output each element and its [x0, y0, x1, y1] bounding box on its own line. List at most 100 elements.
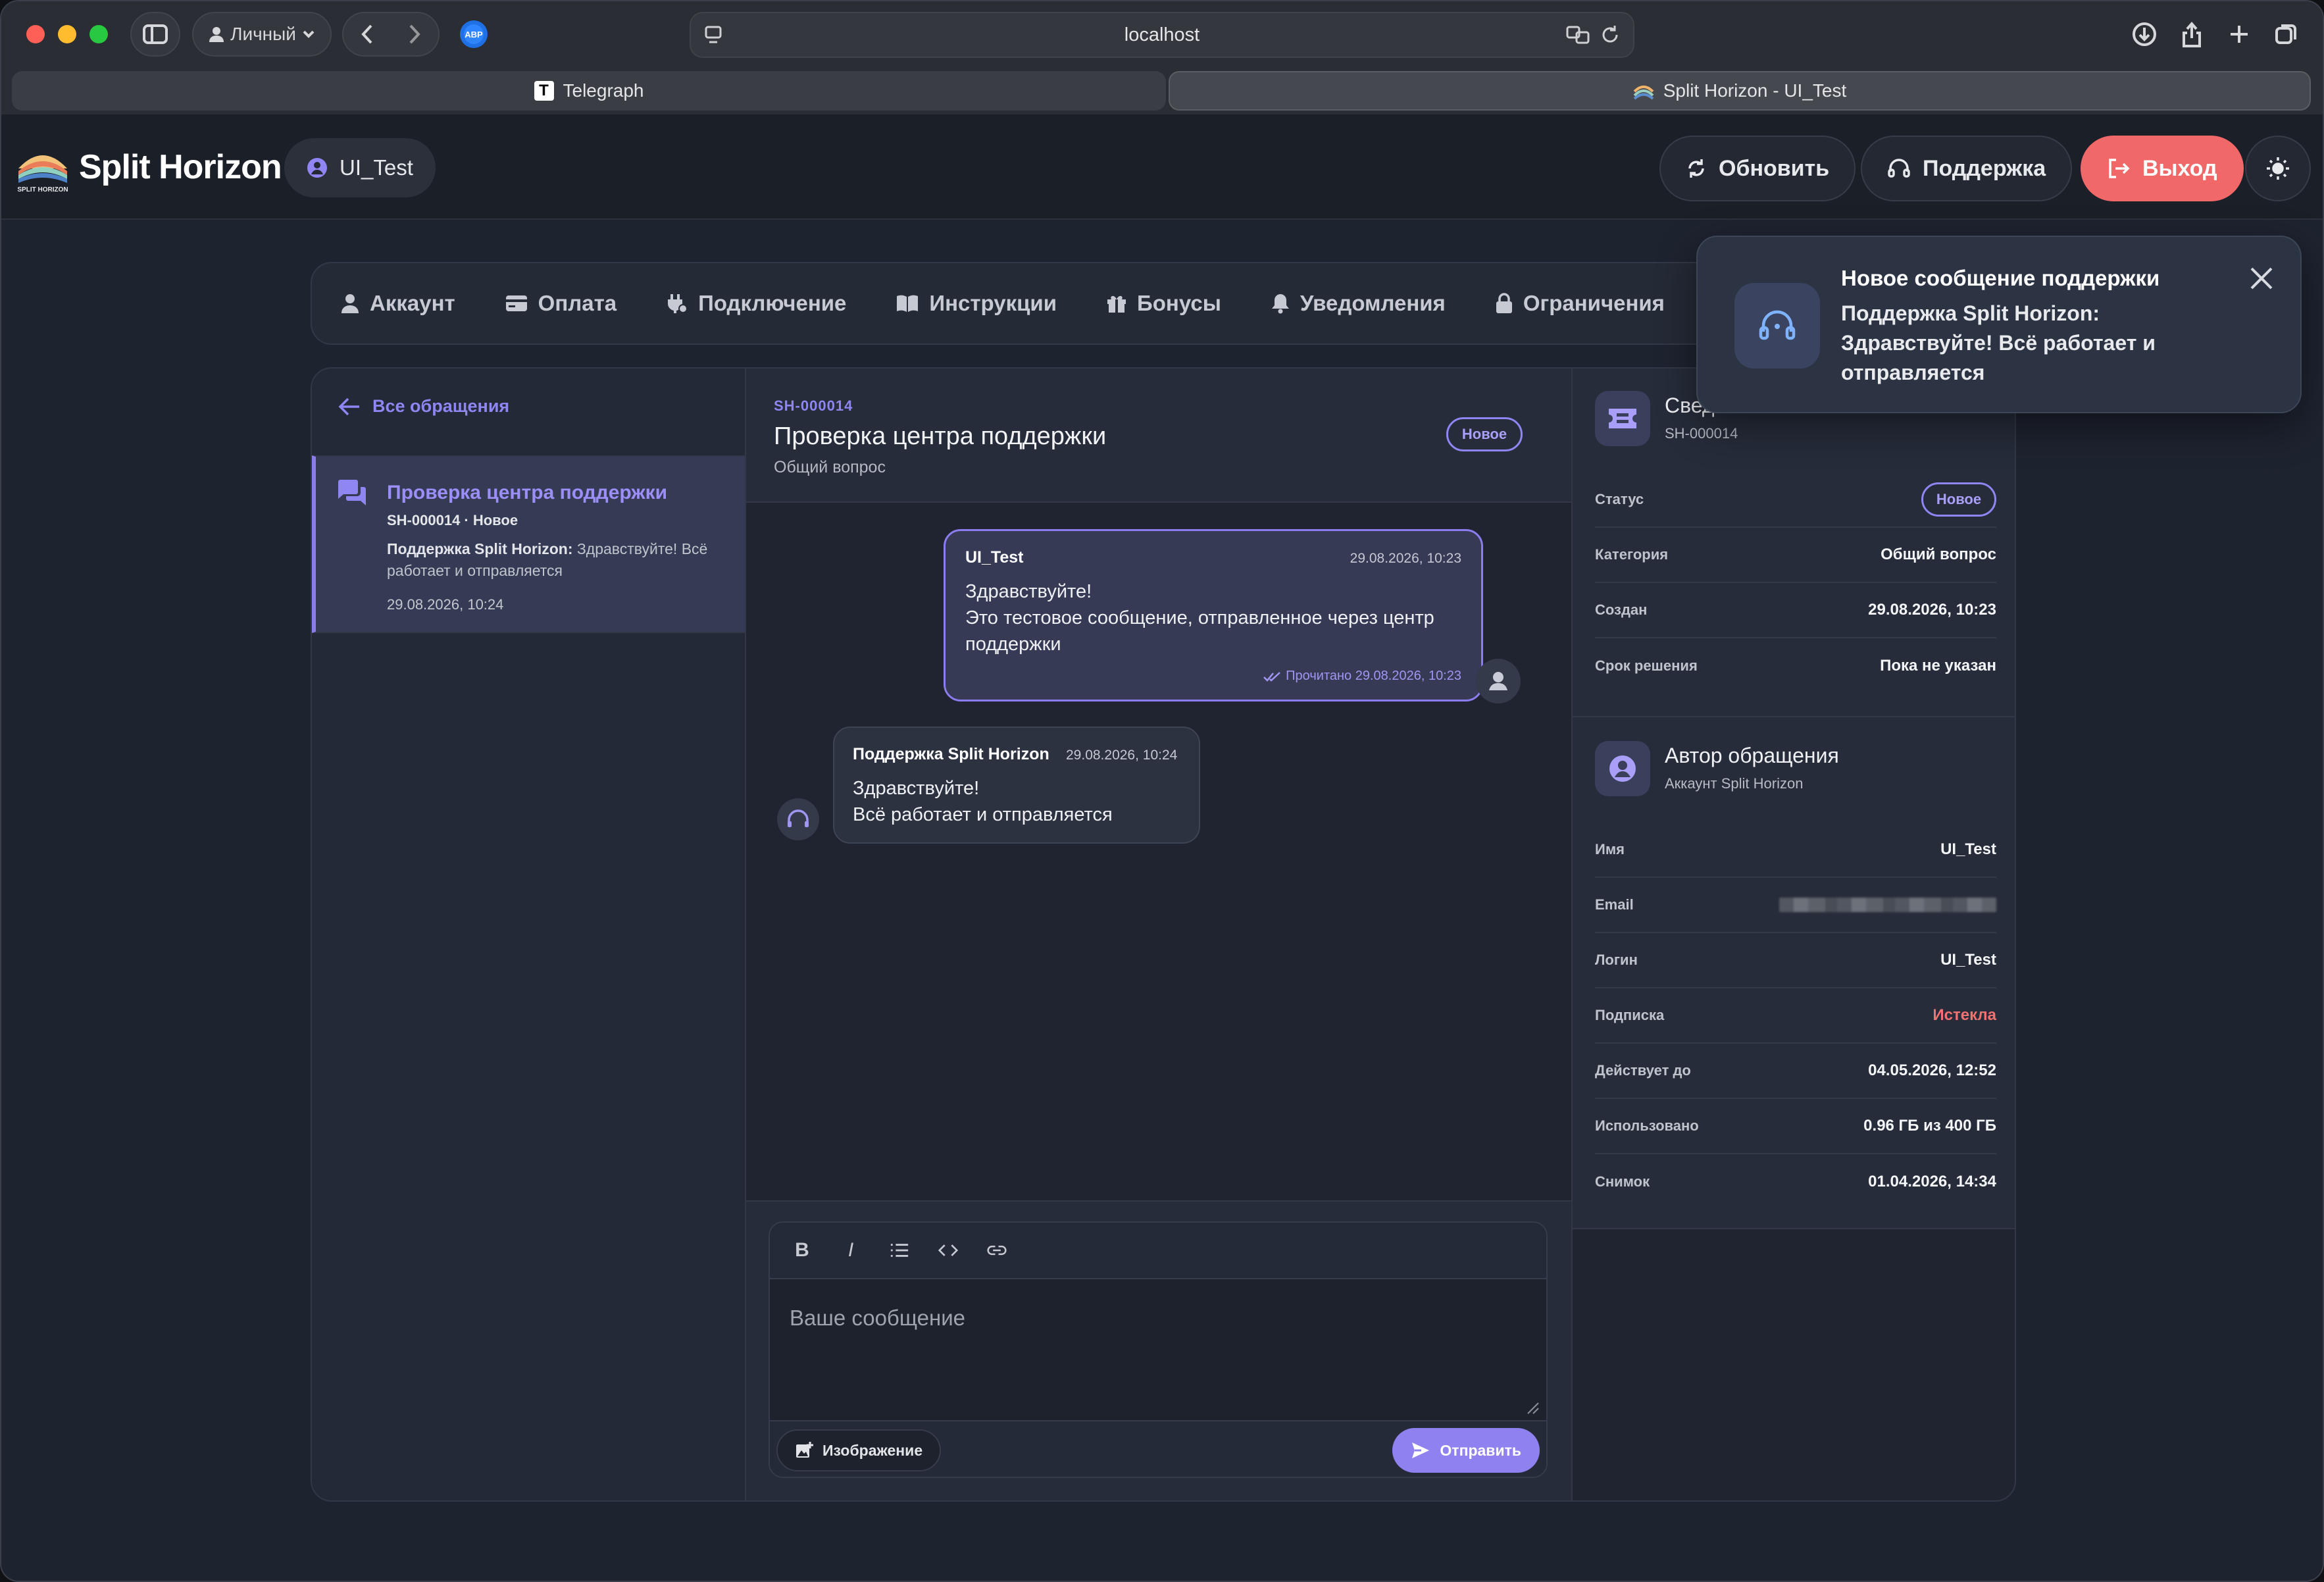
message-input[interactable] [770, 1281, 1546, 1419]
brand[interactable]: SPLIT HORIZON Split Horizon [16, 141, 282, 193]
profile-label: Личный [230, 24, 296, 44]
minimize-window-button[interactable] [58, 25, 76, 43]
support-label: Поддержка [1923, 155, 2046, 181]
info-label: Создан [1595, 601, 1648, 618]
refresh-icon [1688, 159, 1704, 178]
ticket-icon [1595, 391, 1650, 446]
nav-item-bonuses[interactable]: Бонусы [1107, 291, 1221, 316]
preview-author: Поддержка Split Horizon: [387, 540, 573, 557]
nav-item-payment[interactable]: Оплата [505, 291, 617, 316]
info-label: Использовано [1595, 1117, 1699, 1134]
back-arrow-icon[interactable] [361, 24, 374, 45]
nav-label: Инструкции [929, 291, 1057, 315]
message-line: Здравствуйте! [853, 778, 980, 799]
forward-arrow-icon[interactable] [408, 24, 421, 45]
downloads-button[interactable] [2121, 12, 2167, 57]
support-center: Все обращения Проверка центра поддержки … [311, 367, 2016, 1502]
send-button[interactable]: Отправить [1392, 1428, 1540, 1473]
nav-label: Ограничения [1523, 291, 1665, 315]
nav-label: Подключение [698, 291, 847, 315]
user-avatar-icon [1476, 659, 1521, 703]
support-button[interactable]: Поддержка [1861, 136, 2073, 201]
info-label: Категория [1595, 546, 1669, 563]
link-button[interactable] [987, 1243, 1007, 1258]
attach-image-button[interactable]: Изображение [776, 1429, 942, 1471]
chevron-down-icon [303, 30, 315, 38]
ticket-details-section: Сведения о тикете SH-000014 Статус Новое… [1573, 369, 2015, 717]
italic-button[interactable]: I [841, 1239, 861, 1262]
nav-item-instructions[interactable]: Инструкции [896, 291, 1057, 316]
message-author: Поддержка Split Horizon [853, 745, 1049, 763]
bold-button[interactable]: B [792, 1239, 812, 1262]
formatting-toolbar: B I [770, 1223, 1546, 1279]
card-icon [505, 295, 527, 311]
subscription-status: Истекла [1932, 1006, 1996, 1024]
refresh-button[interactable]: Обновить [1659, 136, 1856, 201]
tickets-list-panel: Все обращения Проверка центра поддержки … [312, 369, 746, 1500]
nav-label: Оплата [538, 291, 617, 315]
svg-text:ABP: ABP [465, 30, 483, 39]
user-badge[interactable]: UI_Test [284, 138, 436, 197]
tab-telegraph[interactable]: T Telegraph [12, 71, 1166, 111]
history-nav [342, 12, 440, 57]
nav-item-notifications[interactable]: Уведомления [1271, 291, 1446, 316]
attach-image-label: Изображение [822, 1441, 923, 1459]
resize-handle-icon[interactable] [1525, 1400, 1540, 1415]
plug-icon [668, 294, 688, 313]
share-button[interactable] [2169, 12, 2215, 57]
composer-area: B I Ваше сообщение Изображение Отправить [746, 1200, 1571, 1500]
nav-label: Аккаунт [370, 291, 455, 315]
info-label: Имя [1595, 841, 1625, 857]
author-section: Автор обращения Аккаунт Split Horizon Им… [1573, 717, 2015, 1229]
tabs-overview-icon [2275, 24, 2296, 44]
sun-icon [2267, 157, 2289, 180]
user-name: UI_Test [340, 155, 413, 180]
message-author: UI_Test [965, 548, 1024, 567]
info-label: Логин [1595, 952, 1638, 968]
composer-footer: Изображение Отправить [770, 1420, 1546, 1477]
info-label: Подписка [1595, 1007, 1665, 1023]
share-icon [2183, 21, 2201, 47]
new-tab-button[interactable] [2216, 12, 2262, 57]
reload-icon[interactable] [1600, 24, 1620, 45]
close-window-button[interactable] [26, 25, 45, 43]
logout-button[interactable]: Выход [2081, 136, 2244, 201]
sidebar-toggle-button[interactable] [130, 12, 180, 57]
info-value: 0.96 ГБ из 400 ГБ [1863, 1117, 1996, 1135]
chat-bubbles-icon [338, 480, 366, 505]
window-controls [26, 25, 108, 43]
logo-wordmark: SPLIT HORIZON [17, 186, 68, 193]
info-label: Статус [1595, 491, 1644, 507]
adblock-extension-button[interactable]: ABP [451, 12, 496, 57]
address-bar[interactable]: localhost [690, 12, 1634, 58]
list-button[interactable] [890, 1242, 909, 1259]
zoom-window-button[interactable] [89, 25, 108, 43]
ticket-list-item[interactable]: Проверка центра поддержки SH-000014 · Но… [312, 455, 745, 633]
nav-item-connection[interactable]: Подключение [667, 291, 846, 316]
translate-icon[interactable] [1566, 24, 1591, 45]
send-icon [1412, 1442, 1430, 1458]
profile-button[interactable]: Личный [192, 12, 332, 57]
page-settings-icon[interactable] [704, 25, 724, 46]
info-row-name: Имя UI_Test [1595, 823, 1996, 878]
info-row-created: Создан 29.08.2026, 10:23 [1595, 583, 1996, 638]
refresh-label: Обновить [1719, 155, 1830, 181]
author-icon [1595, 741, 1650, 796]
info-label: Email [1595, 896, 1634, 913]
chat-title: Проверка центра поддержки [774, 422, 1107, 450]
theme-toggle-button[interactable] [2245, 136, 2311, 201]
chat-header: SH-000014 Проверка центра поддержки Общи… [746, 369, 1571, 503]
all-tickets-link[interactable]: Все обращения [338, 396, 509, 417]
info-row-login: Логин UI_Test [1595, 933, 1996, 988]
info-value: Общий вопрос [1881, 546, 1996, 563]
tab-split-horizon[interactable]: Split Horizon - UI_Test [1169, 71, 2311, 111]
code-button[interactable] [938, 1242, 958, 1258]
ticket-id: SH-000014 [774, 397, 853, 414]
tab-overview-button[interactable] [2263, 12, 2310, 57]
nav-item-account[interactable]: Аккаунт [341, 291, 455, 316]
nav-item-limits[interactable]: Ограничения [1496, 291, 1665, 316]
message-composer: B I Ваше сообщение Изображение Отправить [769, 1221, 1548, 1478]
message-time: 29.08.2026, 10:23 [1350, 551, 1461, 566]
close-icon[interactable] [2246, 263, 2277, 293]
browser-toolbar: Личный ABP localhost [1, 1, 2323, 70]
